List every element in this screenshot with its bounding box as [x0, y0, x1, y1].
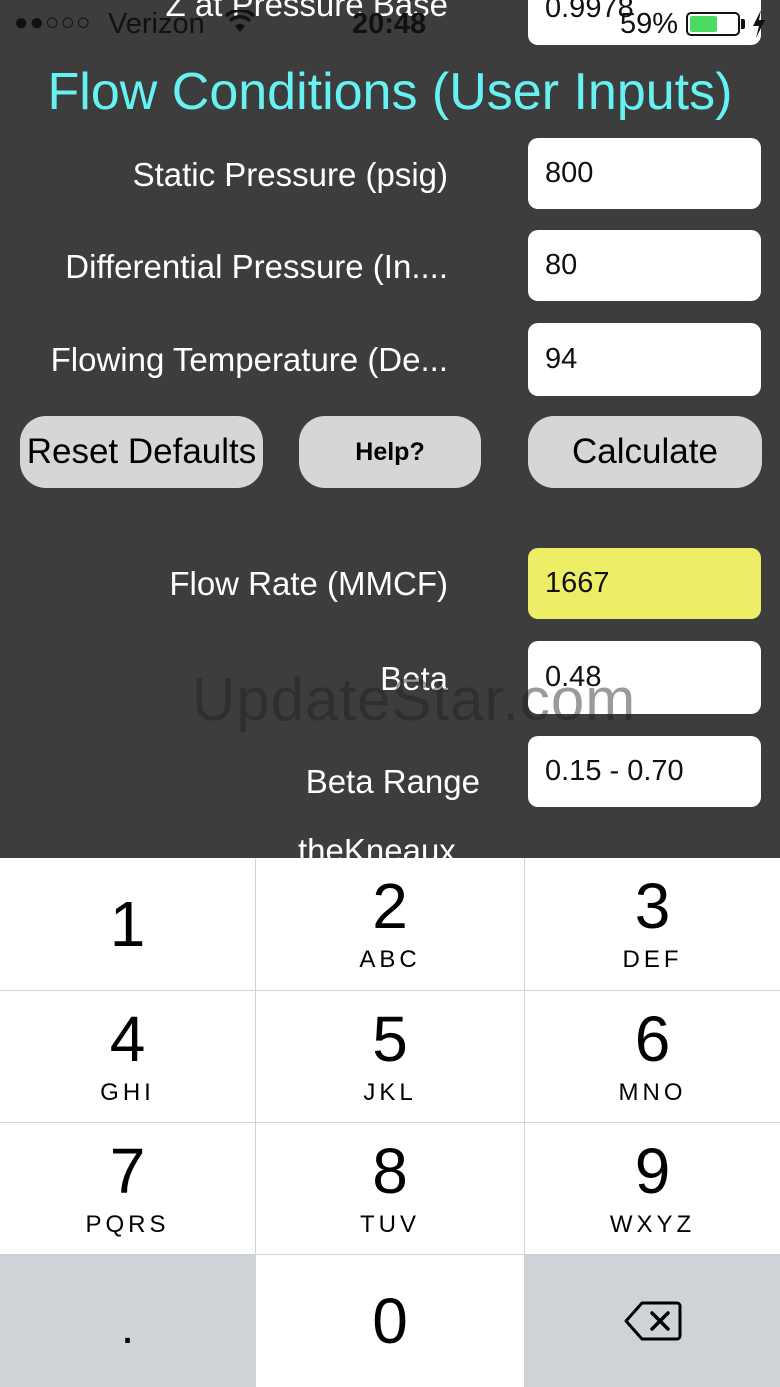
key-2[interactable]: 2 ABC — [256, 858, 524, 990]
flow-rate-value: 1667 — [545, 567, 610, 599]
calculate-button[interactable]: Calculate — [528, 416, 762, 488]
reset-defaults-button[interactable]: Reset Defaults — [20, 416, 263, 488]
signal-strength-icon: ●●○○○ — [14, 9, 92, 36]
differential-pressure-input[interactable]: 80 — [528, 230, 761, 301]
clock: 20:48 — [352, 8, 427, 40]
battery-percent: 59% — [620, 8, 679, 40]
key-6-letters: MNO — [618, 1078, 687, 1106]
battery-fill — [690, 16, 718, 32]
key-4[interactable]: 4 GHI — [0, 991, 255, 1122]
key-1-digit: 1 — [109, 888, 146, 960]
key-5-digit: 5 — [372, 1002, 408, 1075]
key-7-digit: 7 — [109, 1134, 146, 1207]
section-title: Flow Conditions (User Inputs) — [47, 63, 733, 121]
wifi-icon — [225, 10, 255, 32]
differential-pressure-value: 80 — [545, 249, 578, 281]
key-3-letters: DEF — [622, 946, 683, 973]
key-9-digit: 9 — [634, 1134, 671, 1207]
charging-bolt-icon — [753, 10, 765, 38]
key-0-digit: 0 — [372, 1285, 408, 1357]
key-5[interactable]: 5 JKL — [256, 991, 524, 1122]
key-8[interactable]: 8 TUV — [256, 1123, 524, 1254]
beta-range-value: 0.15 - 0.70 — [545, 755, 684, 787]
backspace-icon — [624, 1301, 681, 1341]
key-4-digit: 4 — [109, 1002, 146, 1075]
static-pressure-label: Static Pressure (psig) — [132, 156, 448, 193]
key-6-digit: 6 — [634, 1002, 671, 1075]
key-9-letters: WXYZ — [609, 1210, 696, 1238]
backspace-key[interactable] — [525, 1255, 780, 1387]
key-9[interactable]: 9 WXYZ — [525, 1123, 780, 1254]
key-2-letters: ABC — [359, 946, 421, 973]
key-8-digit: 8 — [372, 1134, 408, 1207]
differential-pressure-label: Differential Pressure (In.... — [65, 248, 448, 285]
flowing-temperature-label: Flowing Temperature (De... — [50, 341, 448, 378]
carrier-label: Verizon — [108, 8, 205, 40]
beta-range-output: 0.15 - 0.70 — [528, 736, 761, 807]
static-pressure-input[interactable]: 800 — [528, 138, 761, 209]
key-7-letters: PQRS — [85, 1210, 170, 1238]
key-3-digit: 3 — [634, 870, 671, 942]
key-4-letters: GHI — [100, 1078, 155, 1106]
key-3[interactable]: 3 DEF — [525, 858, 780, 990]
key-0[interactable]: 0 — [256, 1255, 524, 1387]
battery-icon — [686, 12, 740, 36]
help-button[interactable]: Help? — [299, 416, 481, 488]
key-2-digit: 2 — [372, 870, 408, 942]
flowing-temperature-value: 94 — [545, 343, 578, 375]
key-decimal[interactable]: . — [0, 1255, 255, 1387]
static-pressure-value: 800 — [545, 157, 594, 189]
flow-rate-output: 1667 — [528, 548, 761, 619]
key-6[interactable]: 6 MNO — [525, 991, 780, 1122]
key-8-letters: TUV — [360, 1210, 420, 1238]
key-5-letters: JKL — [363, 1078, 417, 1106]
beta-range-label: Beta Range — [305, 763, 480, 800]
watermark: UpdateStar.com — [192, 666, 637, 733]
flow-rate-label: Flow Rate (MMCF) — [169, 565, 448, 602]
key-7[interactable]: 7 PQRS — [0, 1123, 255, 1254]
status-bar: ●●○○○ Verizon 20:48 59% — [0, 0, 780, 50]
key-1[interactable]: 1 — [0, 858, 255, 990]
flowing-temperature-input[interactable]: 94 — [528, 323, 761, 396]
numeric-keypad: 1 2 ABC 3 DEF 4 GHI 5 JKL 6 MNO 7 PQRS 8… — [0, 858, 780, 1387]
key-decimal-glyph: . — [120, 1301, 135, 1354]
battery-tip — [741, 19, 745, 29]
